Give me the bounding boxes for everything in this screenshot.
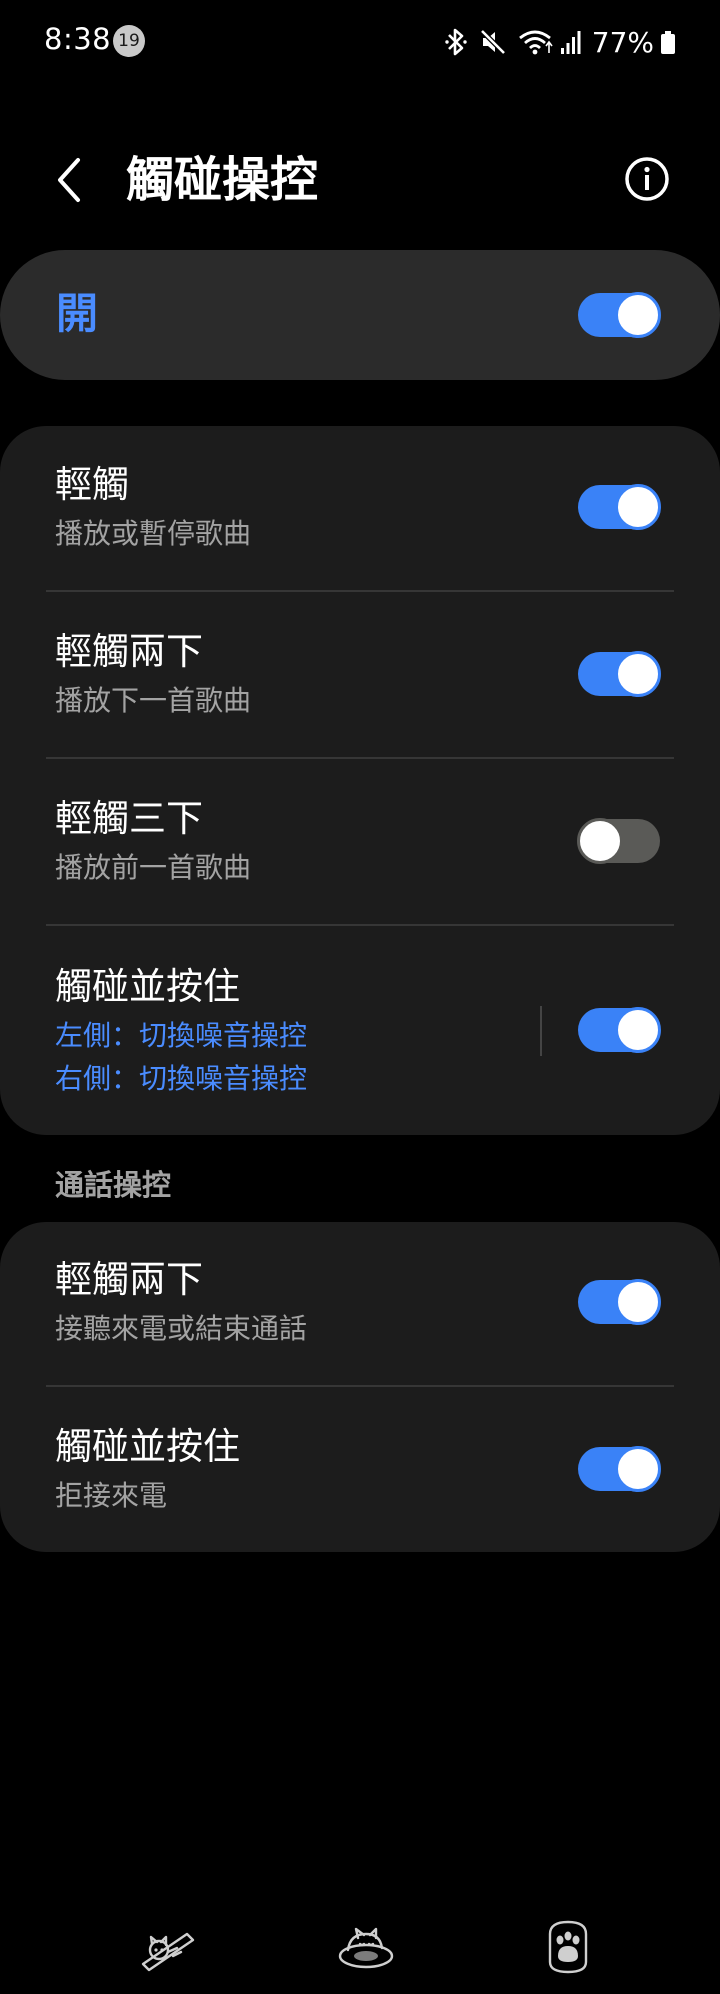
nav-back-button[interactable]	[536, 1914, 600, 1978]
setting-row-call-double-tap[interactable]: 輕觸兩下 接聽來電或結束通話	[0, 1222, 720, 1386]
signal-icon	[560, 27, 584, 57]
setting-title: 輕觸兩下	[55, 1258, 203, 1301]
cat-sleeping-icon	[338, 1927, 394, 1969]
paw-icon	[548, 1920, 588, 1974]
setting-row-tap[interactable]: 輕觸 播放或暫停歌曲	[0, 426, 720, 591]
section-header-call-controls: 通話操控	[55, 1168, 172, 1202]
page-title: 觸碰操控	[126, 152, 319, 208]
wifi-icon	[518, 27, 554, 57]
info-button[interactable]	[622, 154, 672, 204]
battery-icon	[660, 27, 676, 57]
master-switch-bar[interactable]: 開	[0, 250, 720, 380]
touch-controls-card: 輕觸 播放或暫停歌曲 輕觸兩下 播放下一首歌曲 輕觸三下 播放前一首歌曲 觸碰並…	[0, 426, 720, 1135]
setting-row-touch-and-hold[interactable]: 觸碰並按住 左側：切換噪音操控 右側：切換噪音操控	[0, 926, 720, 1135]
status-icons: 77%	[444, 24, 676, 60]
master-switch-label: 開	[56, 289, 99, 338]
setting-subtitle-right: 右側：切換噪音操控	[55, 1062, 308, 1095]
double-tap-toggle[interactable]	[578, 651, 661, 697]
setting-title: 觸碰並按住	[55, 1425, 240, 1468]
app-bar: 觸碰操控	[0, 130, 720, 230]
status-time: 8:38	[44, 22, 112, 56]
setting-title: 輕觸兩下	[55, 630, 203, 673]
call-double-tap-toggle[interactable]	[578, 1279, 661, 1325]
setting-title: 輕觸三下	[55, 797, 203, 840]
bluetooth-icon	[444, 27, 468, 57]
setting-subtitle: 接聽來電或結束通話	[55, 1312, 308, 1345]
toggle-knob	[615, 484, 661, 530]
notification-count-badge: 19	[113, 25, 145, 57]
toggle-knob	[615, 651, 661, 697]
setting-title: 輕觸	[55, 463, 129, 506]
setting-row-call-touch-and-hold[interactable]: 觸碰並按住 拒接來電	[0, 1387, 720, 1552]
setting-subtitle-left: 左側：切換噪音操控	[55, 1019, 308, 1052]
toggle-knob	[615, 1279, 661, 1325]
toggle-knob	[615, 1007, 661, 1053]
toggle-knob	[615, 1446, 661, 1492]
setting-subtitle: 拒接來電	[55, 1479, 168, 1512]
back-button[interactable]	[48, 150, 92, 210]
setting-subtitle: 播放或暫停歌曲	[55, 517, 252, 550]
battery-percent: 77%	[591, 25, 654, 59]
back-arrow-icon	[58, 158, 80, 202]
triple-tap-toggle[interactable]	[577, 818, 660, 864]
setting-title: 觸碰並按住	[55, 965, 240, 1008]
info-icon	[625, 157, 669, 201]
bottom-navigation-bar	[0, 1900, 720, 1994]
call-touch-and-hold-toggle[interactable]	[578, 1446, 661, 1492]
master-toggle[interactable]	[578, 292, 661, 338]
mute-icon	[478, 27, 508, 57]
status-bar: 8:38 19 77%	[0, 0, 720, 84]
nav-recent-button[interactable]	[135, 1914, 199, 1978]
toggle-knob	[615, 292, 661, 338]
cat-sliding-icon	[141, 1932, 195, 1972]
setting-row-double-tap[interactable]: 輕觸兩下 播放下一首歌曲	[0, 592, 720, 758]
vertical-divider	[540, 1006, 542, 1056]
setting-subtitle: 播放下一首歌曲	[55, 684, 252, 717]
touch-and-hold-toggle[interactable]	[578, 1007, 661, 1053]
toggle-knob	[577, 818, 623, 864]
tap-toggle[interactable]	[578, 484, 661, 530]
setting-row-triple-tap[interactable]: 輕觸三下 播放前一首歌曲	[0, 759, 720, 925]
setting-subtitle: 播放前一首歌曲	[55, 851, 252, 884]
call-controls-card: 輕觸兩下 接聽來電或結束通話 觸碰並按住 拒接來電	[0, 1222, 720, 1552]
nav-home-button[interactable]	[334, 1914, 398, 1978]
